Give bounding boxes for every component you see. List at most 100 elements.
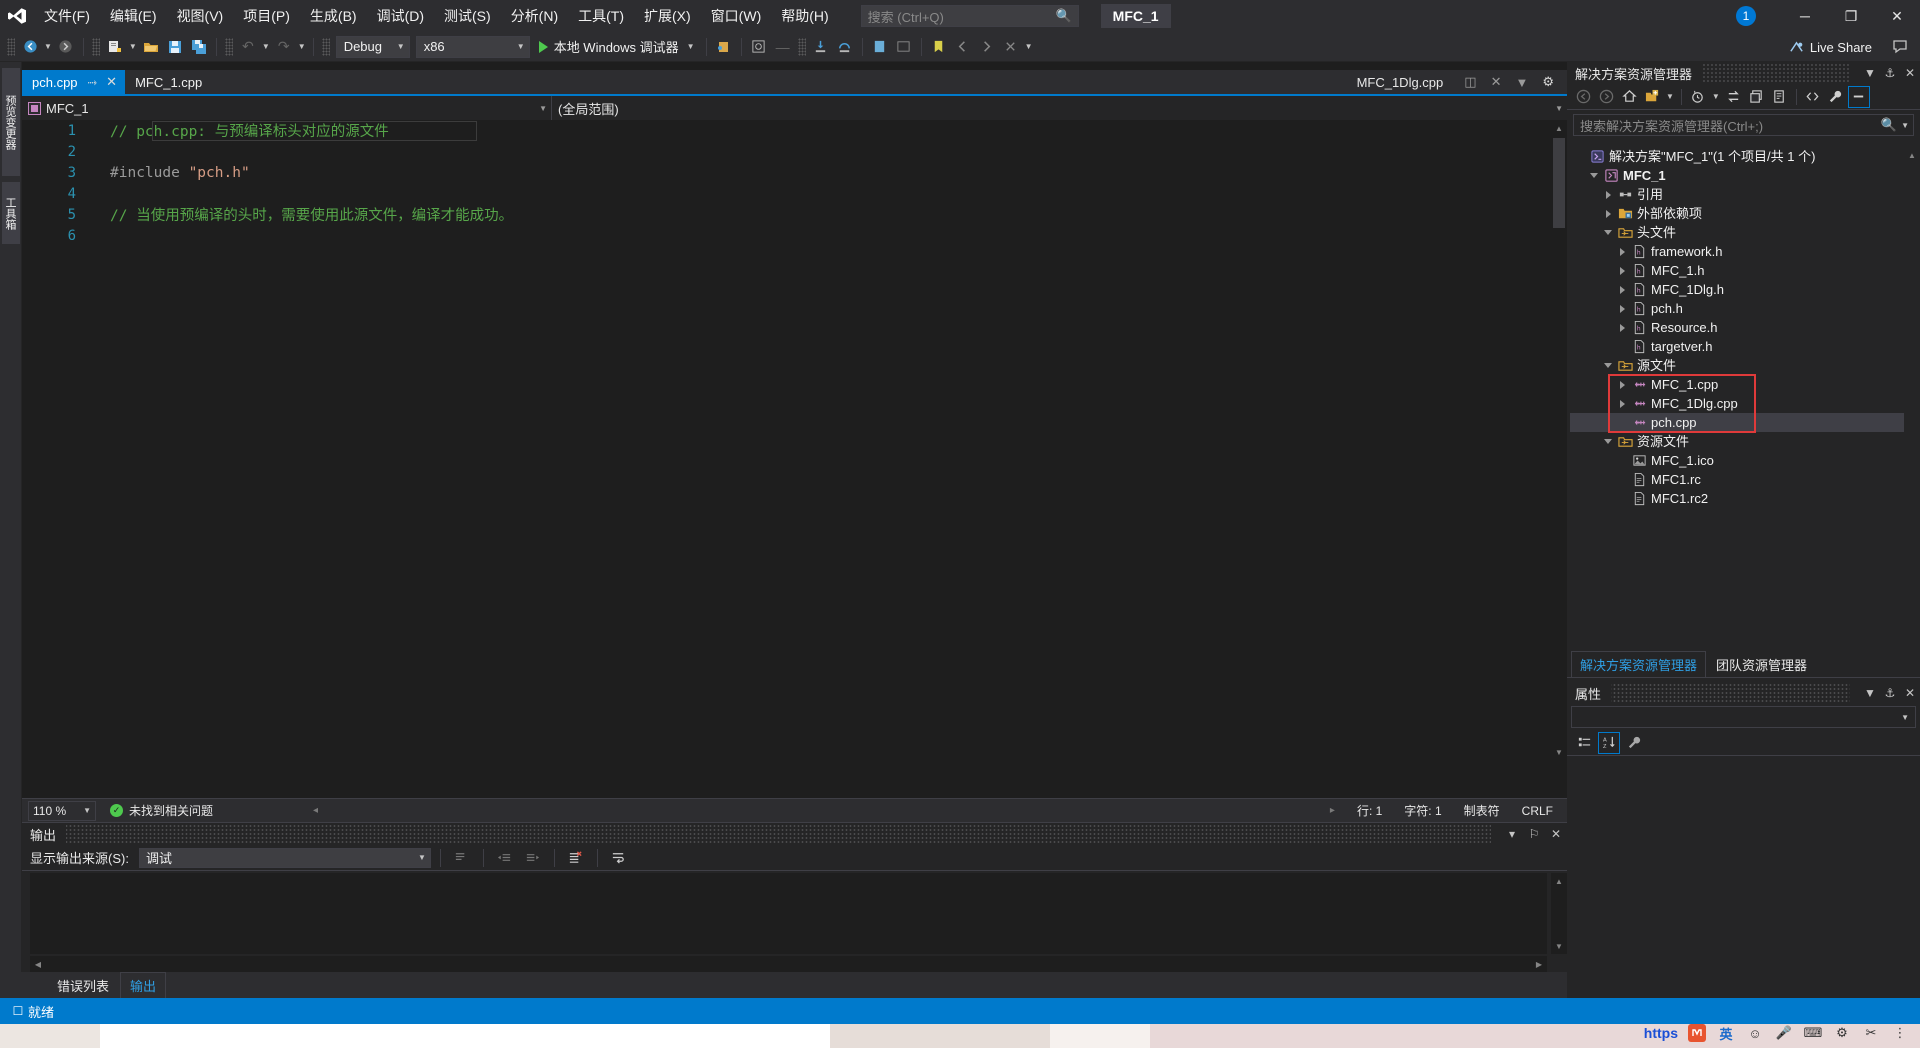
menu-project[interactable]: 项目(P) [233,0,300,32]
start-debugging-button[interactable]: 本地 Windows 调试器 ▼ [533,35,701,59]
code-line[interactable]: 4 [22,183,1567,204]
output-text-area[interactable] [30,873,1547,954]
chevron-down-icon[interactable] [1600,230,1616,235]
toggle-wordwrap-icon[interactable] [607,846,631,870]
open-file-button[interactable] [139,35,163,59]
back-icon[interactable] [1572,86,1594,108]
new-folder-icon[interactable] [1641,86,1663,108]
tree-node[interactable]: h MFC_1Dlg.h [1570,280,1904,299]
solution-explorer-search-input[interactable]: 搜索解决方案资源管理器(Ctrl+;) 🔍 ▼ [1573,114,1914,136]
tree-node[interactable]: MFC_1.ico [1570,451,1904,470]
sync-icon[interactable] [1723,86,1745,108]
preview-selected-items-icon[interactable] [1847,85,1870,108]
menu-build[interactable]: 生成(B) [300,0,367,32]
issues-prev-icon[interactable]: ◂ [313,805,318,816]
code-line[interactable]: 5 // 当使用预编译的头时，需要使用此源文件，编译才能成功。 [22,204,1567,225]
code-line[interactable]: 6 [22,225,1567,246]
close-icon[interactable]: ✕ [1545,827,1567,841]
tree-node[interactable]: MFC1.rc2 [1570,489,1904,508]
live-share-button[interactable]: Live Share [1789,40,1872,55]
clear-bookmarks-button[interactable] [999,35,1023,59]
tree-node[interactable]: MFC1.rc [1570,470,1904,489]
pin-icon[interactable]: ⤑ [88,75,98,90]
undo-button[interactable]: ↶ [236,35,260,59]
chevron-down-icon[interactable]: ▼ [1515,75,1528,90]
sidebar-item-preview-changes[interactable]: 预览变更器 [2,68,20,176]
code-line[interactable]: 2 [22,141,1567,162]
redo-dropdown-icon[interactable]: ▼ [296,42,308,51]
chevron-down-icon[interactable] [1586,173,1602,178]
tab-pch-cpp[interactable]: pch.cpp ⤑ ✕ [22,70,126,94]
pin-icon[interactable]: ⚓ [1880,66,1900,80]
prev-bookmark-button[interactable] [951,35,975,59]
menu-window[interactable]: 窗口(W) [701,0,772,32]
output-source-combo[interactable]: 调试 ▼ [138,847,431,868]
tree-node[interactable]: 解决方案"MFC_1"(1 个项目/共 1 个) [1570,147,1904,166]
menu-view[interactable]: 视图(V) [167,0,234,32]
tree-node[interactable]: 头文件 [1570,223,1904,242]
mic-icon[interactable]: 🎤 [1774,1023,1794,1043]
menu-tools[interactable]: 工具(T) [568,0,634,32]
chevron-right-icon[interactable] [1600,190,1616,199]
toggle-preview-button[interactable] [747,35,771,59]
chevron-down-icon[interactable]: ▼ [1860,686,1880,700]
gear-icon[interactable]: ⚙ [1542,74,1554,90]
solution-platform-combo[interactable]: x86 ▼ [415,35,530,58]
home-icon[interactable] [1618,86,1640,108]
scroll-down-icon[interactable]: ▼ [1551,744,1567,760]
tree-node[interactable]: h targetver.h [1570,337,1904,356]
sidebar-item-toolbox[interactable]: 工具箱 [2,182,20,244]
code-editor-surface[interactable]: 1 // pch.cpp: 与预编译标头对应的源文件 2 3 #include "pch… [22,120,1567,760]
chevron-right-icon[interactable] [1614,304,1630,313]
close-icon[interactable]: ✕ [1900,686,1920,700]
pending-changes-icon[interactable] [1687,86,1709,108]
collapse-all-icon[interactable] [1746,86,1768,108]
clear-all-icon[interactable] [564,846,588,870]
tree-node[interactable]: h MFC_1.h [1570,261,1904,280]
bookmark-icon[interactable] [927,35,951,59]
tree-node[interactable]: 引用 [1570,185,1904,204]
alphabetical-icon[interactable]: AZ [1598,731,1620,754]
preview-tab-label[interactable]: MFC_1Dlg.cpp [1357,75,1444,90]
chevron-down-icon[interactable]: ▾ [1501,827,1523,841]
scroll-down-icon[interactable]: ▼ [1551,938,1567,954]
output-vertical-scrollbar[interactable]: ▲ ▼ [1551,873,1567,954]
menu-help[interactable]: 帮助(H) [771,0,838,32]
menu-analyze[interactable]: 分析(N) [501,0,568,32]
show-all-files-icon[interactable] [1802,86,1824,108]
collapse-button[interactable]: — [771,35,795,59]
properties-window-icon[interactable] [1769,86,1791,108]
chevron-right-icon[interactable] [1614,285,1630,294]
navigate-forward-button[interactable] [54,35,78,59]
menu-test[interactable]: 测试(S) [434,0,501,32]
scroll-left-icon[interactable]: ◀ [30,956,46,972]
drag-dots[interactable] [1611,682,1850,704]
toolbar-grip-2[interactable] [91,37,100,56]
redo-button[interactable]: ↷ [272,35,296,59]
properties-icon[interactable] [1623,732,1645,754]
tab-mfc-1-cpp[interactable]: MFC_1.cpp [125,70,211,94]
output-horizontal-scrollbar[interactable]: ◀ ▶ [30,956,1547,972]
chevron-down-icon[interactable]: ▼ [1901,121,1909,130]
editor-vertical-scrollbar[interactable]: ▲ ▼ [1551,120,1567,760]
more-icon[interactable]: ⋮ [1890,1023,1910,1043]
tree-node[interactable]: pch.cpp [1570,413,1904,432]
float-window-icon[interactable]: ◫ [1464,74,1476,90]
ime-logo-icon[interactable] [1687,1023,1707,1043]
notification-badge[interactable]: 1 [1736,6,1756,26]
chevron-down-icon[interactable] [1600,363,1616,368]
step-into-button[interactable] [809,35,833,59]
tree-node[interactable]: MFC_1 [1570,166,1904,185]
menu-file[interactable]: 文件(F) [34,0,100,32]
scrollbar-thumb[interactable] [1553,138,1565,228]
chevron-right-icon[interactable] [1614,380,1630,389]
taskbar-active-window[interactable] [100,1024,830,1048]
save-all-button[interactable] [187,35,211,59]
code-line[interactable]: 1 // pch.cpp: 与预编译标头对应的源文件 [22,120,1567,141]
tab-error-list[interactable]: 错误列表 [48,973,118,998]
tab-solution-explorer[interactable]: 解决方案资源管理器 [1571,651,1707,677]
chevron-right-icon[interactable] [1614,247,1630,256]
tab-team-explorer[interactable]: 团队资源管理器 [1708,652,1815,677]
toolbar-grip-3[interactable] [224,37,233,56]
find-button[interactable] [892,35,916,59]
